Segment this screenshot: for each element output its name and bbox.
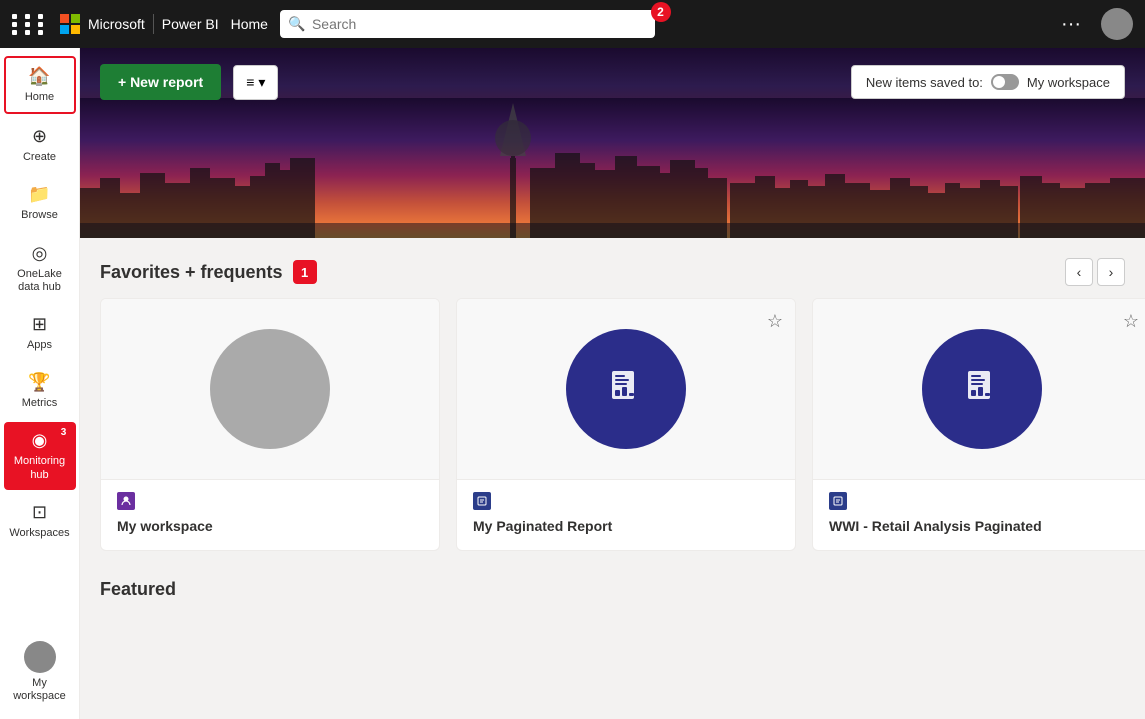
sidebar-create-label: Create — [23, 151, 56, 164]
create-icon: ⊕ — [32, 126, 47, 147]
card-bottom-my-workspace: My workspace — [101, 479, 439, 550]
favorites-cards-grid: My workspace ☆ — [80, 298, 1145, 571]
card-bottom-paginated: My Paginated Report — [457, 479, 795, 550]
sidebar-item-workspaces[interactable]: ⊡ Workspaces — [4, 494, 76, 548]
workspace-badge: New items saved to: My workspace — [851, 65, 1125, 99]
more-options-button[interactable]: ··· — [1053, 9, 1089, 40]
sidebar-item-browse[interactable]: 📁 Browse — [4, 176, 76, 230]
favorites-badge: 1 — [293, 260, 317, 284]
sidebar-item-home[interactable]: 🏠 Home — [4, 56, 76, 114]
card-wwi-retail[interactable]: ☆ — [812, 298, 1145, 551]
favorites-section: Favorites + frequents 1 ‹ › — [80, 238, 1145, 571]
sidebar-item-apps[interactable]: ⊞ Apps — [4, 306, 76, 360]
sidebar-item-my-workspace[interactable]: My workspace — [4, 633, 76, 711]
sidebar-metrics-label: Metrics — [22, 397, 57, 410]
nav-next-button[interactable]: › — [1097, 258, 1125, 286]
sidebar-browse-label: Browse — [21, 209, 58, 222]
section-nav: ‹ › — [1065, 258, 1125, 286]
workspace-text: New items saved to: — [866, 75, 983, 90]
report-icon-2 — [960, 367, 1004, 411]
browse-icon: 📁 — [28, 184, 50, 205]
hero-banner: + New report ≡ ▾ New items saved to: My … — [80, 48, 1145, 238]
page-name: Home — [231, 16, 268, 32]
sidebar-item-create[interactable]: ⊕ Create — [4, 118, 76, 172]
sidebar-my-workspace-label: My workspace — [8, 677, 72, 703]
card-top-wwi: ☆ — [813, 299, 1145, 479]
card-top-my-workspace — [101, 299, 439, 479]
sidebar-home-label: Home — [25, 91, 54, 104]
card-bottom-wwi: WWI - Retail Analysis Paginated — [813, 479, 1145, 550]
city-skyline-svg — [80, 98, 1145, 238]
new-report-button[interactable]: + New report — [100, 64, 221, 100]
filter-chevron: ▾ — [258, 74, 265, 91]
card-type-badge-3 — [829, 492, 1135, 510]
featured-title: Featured — [100, 579, 1125, 600]
user-avatar[interactable] — [1101, 8, 1133, 40]
metrics-icon: 🏆 — [28, 372, 50, 393]
featured-section: Featured — [80, 571, 1145, 612]
star-icon-1[interactable]: ☆ — [767, 311, 783, 332]
microsoft-logo — [60, 14, 80, 34]
brand: Microsoft Power BI — [60, 14, 219, 34]
sidebar-apps-label: Apps — [27, 339, 52, 352]
apps-icon: ⊞ — [32, 314, 47, 335]
report-circle-1 — [566, 329, 686, 449]
app-layout: 🏠 Home ⊕ Create 📁 Browse ◎ OneLake data … — [0, 48, 1145, 719]
report-circle-2 — [922, 329, 1042, 449]
workspace-circle — [210, 329, 330, 449]
card-name-my-workspace: My workspace — [117, 518, 423, 534]
workspace-toggle[interactable] — [991, 74, 1019, 90]
monitoring-icon: ◉ — [32, 430, 48, 451]
sidebar-item-monitoring[interactable]: ◉ Monitoring hub 3 — [4, 422, 76, 489]
search-icon: 🔍 — [288, 16, 305, 33]
sidebar-bottom: My workspace — [4, 633, 76, 711]
workspace-name: My workspace — [1027, 75, 1110, 90]
brand-divider — [153, 14, 154, 34]
sidebar-onelake-label: OneLake data hub — [8, 268, 72, 294]
monitoring-badge: 3 — [56, 424, 72, 440]
onelake-icon: ◎ — [32, 243, 48, 264]
filter-icon: ≡ — [246, 74, 254, 90]
report-type-icon-1 — [473, 492, 491, 510]
brand-name: Microsoft — [88, 16, 145, 32]
card-type-badge — [117, 492, 423, 510]
search-input[interactable] — [280, 10, 655, 38]
section-header: Favorites + frequents 1 ‹ › — [80, 238, 1145, 298]
card-paginated-report[interactable]: ☆ — [456, 298, 796, 551]
workspace-type-icon — [117, 492, 135, 510]
main-content: + New report ≡ ▾ New items saved to: My … — [80, 48, 1145, 719]
card-type-badge-2 — [473, 492, 779, 510]
sidebar-item-onelake[interactable]: ◎ OneLake data hub — [4, 235, 76, 302]
favorites-title: Favorites + frequents — [100, 262, 283, 283]
card-my-workspace[interactable]: My workspace — [100, 298, 440, 551]
hero-controls: + New report ≡ ▾ New items saved to: My … — [80, 48, 1145, 116]
product-name: Power BI — [162, 16, 219, 32]
filter-button[interactable]: ≡ ▾ — [233, 65, 278, 100]
report-type-icon-2 — [829, 492, 847, 510]
card-name-paginated: My Paginated Report — [473, 518, 779, 534]
nav-prev-button[interactable]: ‹ — [1065, 258, 1093, 286]
my-workspace-avatar — [24, 641, 56, 673]
sidebar: 🏠 Home ⊕ Create 📁 Browse ◎ OneLake data … — [0, 48, 80, 719]
workspaces-icon: ⊡ — [32, 502, 47, 523]
sidebar-monitoring-label: Monitoring hub — [8, 455, 72, 481]
search-container: 🔍 2 — [280, 10, 655, 38]
home-icon: 🏠 — [28, 66, 50, 87]
card-name-wwi: WWI - Retail Analysis Paginated — [829, 518, 1135, 534]
star-icon-2[interactable]: ☆ — [1123, 311, 1139, 332]
sidebar-item-metrics[interactable]: 🏆 Metrics — [4, 364, 76, 418]
topbar: Microsoft Power BI Home 🔍 2 ··· — [0, 0, 1145, 48]
card-top-paginated: ☆ — [457, 299, 795, 479]
report-icon-1 — [604, 367, 648, 411]
waffle-menu[interactable] — [12, 14, 48, 35]
sidebar-workspaces-label: Workspaces — [9, 527, 69, 540]
search-badge: 2 — [651, 2, 671, 22]
